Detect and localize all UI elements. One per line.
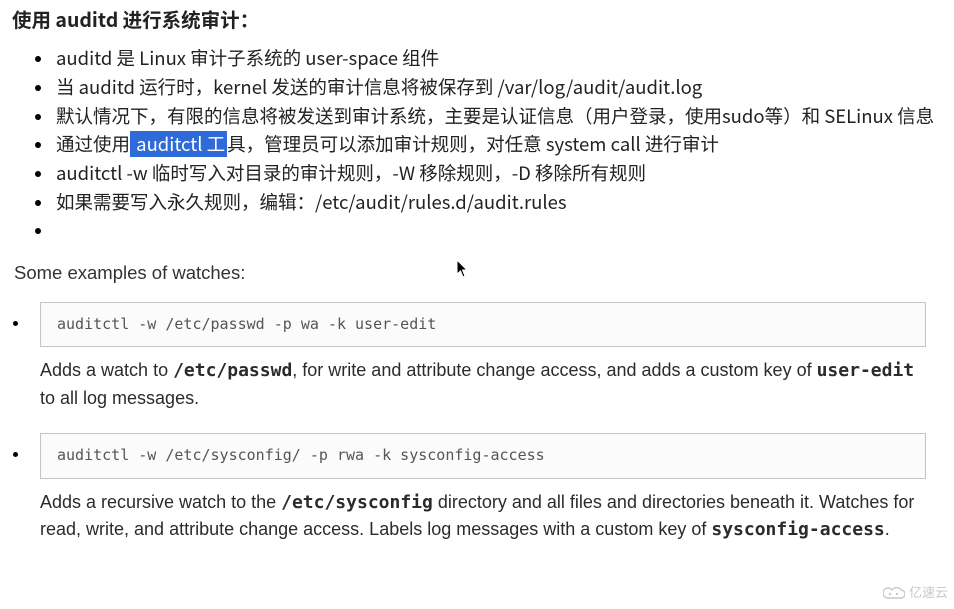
main-bullet-list: auditd 是 Linux 审计子系统的 user-space 组件 当 au… — [12, 44, 942, 245]
watermark-text: 亿速云 — [909, 583, 948, 603]
bullet-item: auditd 是 Linux 审计子系统的 user-space 组件 — [54, 44, 942, 73]
desc-code-key: user-edit — [817, 360, 915, 381]
document-page: 使用 auditd 进行系统审计： auditd 是 Linux 审计子系统的 … — [0, 0, 954, 578]
desc-text: to all log messages. — [40, 388, 199, 408]
bullet-item-empty — [54, 216, 942, 245]
bullet-item: 如果需要写入永久规则，编辑：/etc/audit/rules.d/audit.r… — [54, 188, 942, 217]
bullet-text-post: 具，管理员可以添加审计规则，对任意 system call 进行审计 — [227, 131, 719, 157]
watermark-logo-icon — [883, 586, 905, 600]
code-block: auditctl -w /etc/sysconfig/ -p rwa -k sy… — [40, 433, 926, 479]
highlight-span: auditctl 工 — [130, 131, 227, 157]
desc-text: Adds a recursive watch to the — [40, 492, 281, 512]
bullet-item: auditctl -w 临时写入对目录的审计规则，-W 移除规则，-D 移除所有… — [54, 159, 942, 188]
example-item: auditctl -w /etc/passwd -p wa -k user-ed… — [30, 302, 942, 412]
example-description: Adds a recursive watch to the /etc/sysco… — [40, 489, 926, 544]
code-block: auditctl -w /etc/passwd -p wa -k user-ed… — [40, 302, 926, 348]
bullet-text: auditd 是 Linux 审计子系统的 user-space 组件 — [56, 45, 439, 71]
bullet-item: 默认情况下，有限的信息将被发送到审计系统，主要是认证信息（用户登录，使用sudo… — [54, 102, 942, 131]
bullet-text: auditctl -w 临时写入对目录的审计规则，-W 移除规则，-D 移除所有… — [56, 160, 646, 186]
examples-list: auditctl -w /etc/passwd -p wa -k user-ed… — [12, 302, 942, 545]
examples-heading: Some examples of watches: — [14, 259, 940, 288]
example-description: Adds a watch to /etc/passwd, for write a… — [40, 357, 926, 411]
bullet-text-pre: 通过使用 — [56, 131, 130, 157]
bullet-text: 当 auditd 运行时，kernel 发送的审计信息将被保存到 /var/lo… — [56, 74, 702, 100]
bullet-text: 如果需要写入永久规则，编辑：/etc/audit/rules.d/audit.r… — [56, 189, 567, 215]
bullet-text: 默认情况下，有限的信息将被发送到审计系统，主要是认证信息（用户登录，使用sudo… — [56, 103, 934, 129]
desc-code-path: /etc/passwd — [173, 360, 292, 381]
bullet-item: 当 auditd 运行时，kernel 发送的审计信息将被保存到 /var/lo… — [54, 73, 942, 102]
bullet-item: 通过使用 auditctl 工具，管理员可以添加审计规则，对任意 system … — [54, 130, 942, 159]
watermark: 亿速云 — [883, 583, 948, 603]
desc-text: . — [885, 519, 890, 539]
desc-text: Adds a watch to — [40, 360, 173, 380]
desc-code-key: sysconfig-access — [711, 519, 884, 540]
example-item: auditctl -w /etc/sysconfig/ -p rwa -k sy… — [30, 433, 942, 544]
desc-text: , for write and attribute change access,… — [292, 360, 816, 380]
section-heading: 使用 auditd 进行系统审计： — [12, 4, 942, 34]
desc-code-path: /etc/sysconfig — [281, 492, 433, 513]
